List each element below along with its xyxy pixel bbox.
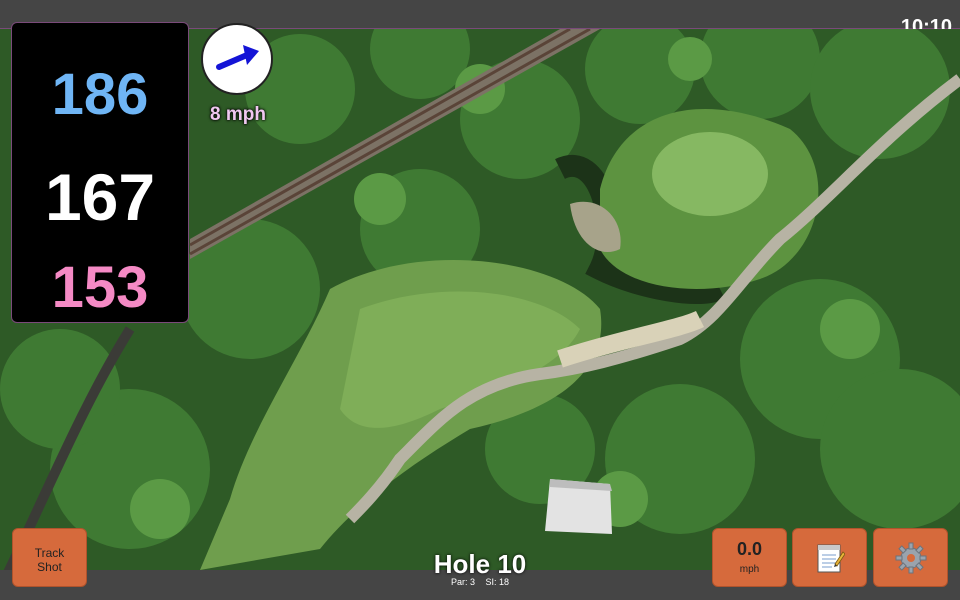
middle-yardage: 167 — [44, 160, 156, 234]
hole-title: Hole 10 — [433, 549, 527, 579]
wind-direction-indicator — [201, 23, 273, 95]
notepad-icon — [817, 544, 845, 572]
track-shot-label-line2: Shot — [37, 560, 62, 574]
wind-speed-unit: mph — [739, 564, 760, 575]
front-yardage: 153 — [51, 255, 149, 320]
stroke-index-label: SI: 18 — [485, 577, 510, 587]
track-shot-button[interactable]: Track Shot — [12, 528, 87, 587]
notes-button[interactable] — [792, 528, 867, 587]
settings-button[interactable] — [873, 528, 948, 587]
hole-info: Par: 3 SI: 18 — [380, 577, 580, 587]
gear-icon — [895, 542, 926, 573]
par-label: Par: 3 — [450, 577, 475, 587]
yardage-panel: 186 167 153 — [11, 22, 189, 323]
wind-speed-label: 8 mph — [210, 104, 266, 125]
track-shot-label-line1: Track — [34, 546, 65, 560]
wind-speed-button[interactable]: 0.0 mph — [712, 528, 787, 587]
wind-speed-value: 0.0 — [736, 539, 763, 559]
back-yardage: 186 — [51, 62, 149, 127]
arrow-icon — [216, 45, 259, 70]
